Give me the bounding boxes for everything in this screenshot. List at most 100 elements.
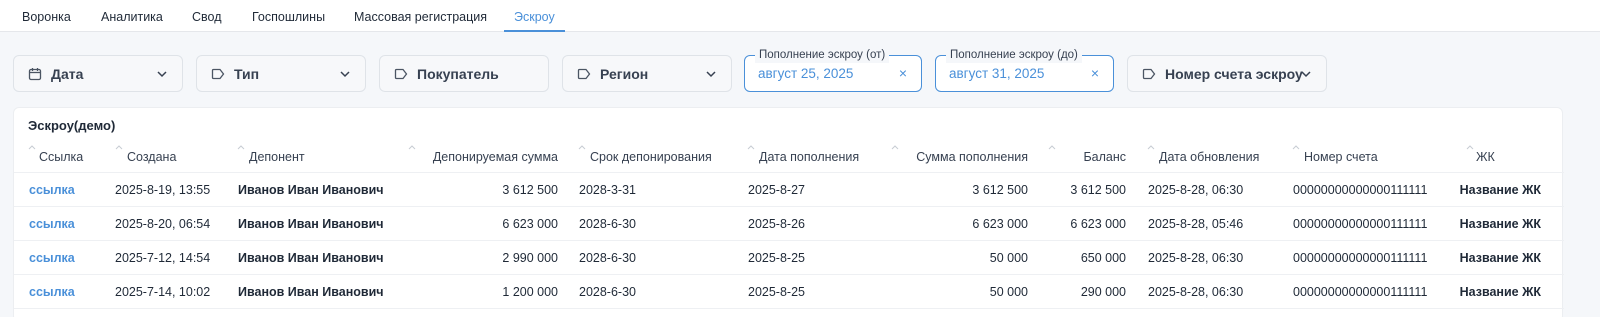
cell-account: 00000000000000111111 xyxy=(1293,285,1428,299)
tab-bar: Воронка Аналитика Свод Госпошлины Массов… xyxy=(0,0,1600,32)
cell-complex: Название ЖК xyxy=(1459,217,1541,231)
cell-created: 2025-7-12, 14:54 xyxy=(115,251,211,265)
cell-updated: 2025-8-28, 05:46 xyxy=(1148,217,1244,231)
chevron-down-icon xyxy=(1301,71,1311,78)
cell-deposit-term: 2028-6-30 xyxy=(579,217,636,231)
cell-balance: 290 000 xyxy=(1080,285,1126,299)
row-divider xyxy=(14,308,1564,309)
sort-icon[interactable] xyxy=(1048,144,1056,150)
escrow-table-card: Эскроу(демо) Ссылка Создана Депонент Деп… xyxy=(13,107,1564,317)
row-link[interactable]: ссылка xyxy=(29,183,75,197)
column-header-complex[interactable]: ЖК xyxy=(1476,150,1495,164)
calendar-icon xyxy=(28,68,42,81)
row-divider xyxy=(14,240,1564,241)
cell-deposit-amount: 6 623 000 xyxy=(502,217,558,231)
tab-state-fees[interactable]: Госпошлины xyxy=(252,0,325,32)
cell-depositor: Иванов Иван Иванович xyxy=(238,285,384,299)
topup-to-value: август 31, 2025 xyxy=(949,66,1045,81)
column-header-link[interactable]: Ссылка xyxy=(39,150,83,164)
cell-deposit-amount: 2 990 000 xyxy=(502,251,558,265)
buyer-filter-label: Покупатель xyxy=(417,66,499,82)
row-link[interactable]: ссылка xyxy=(29,251,75,265)
row-link[interactable]: ссылка xyxy=(29,285,75,299)
cell-balance: 650 000 xyxy=(1080,251,1126,265)
column-header-balance[interactable]: Баланс xyxy=(1054,150,1126,164)
cell-account: 00000000000000111111 xyxy=(1293,251,1428,265)
tag-icon xyxy=(211,68,225,80)
sort-icon[interactable] xyxy=(408,144,416,150)
cell-deposit-term: 2028-6-30 xyxy=(579,285,636,299)
cell-deposit-term: 2028-6-30 xyxy=(579,251,636,265)
sort-icon[interactable] xyxy=(578,144,586,150)
cell-topup-amount: 50 000 xyxy=(989,251,1028,265)
cell-topup-date: 2025-8-25 xyxy=(748,251,805,265)
cell-balance: 6 623 000 xyxy=(1070,217,1126,231)
account-filter[interactable]: Номер счета эскроу xyxy=(1127,55,1327,92)
date-filter-label: Дата xyxy=(51,66,84,82)
sort-icon[interactable] xyxy=(747,144,755,150)
type-filter-label: Тип xyxy=(234,66,260,82)
clear-icon[interactable]: × xyxy=(899,65,907,81)
cell-topup-date: 2025-8-26 xyxy=(748,217,805,231)
cell-created: 2025-8-19, 13:55 xyxy=(115,183,211,197)
cell-topup-date: 2025-8-27 xyxy=(748,183,805,197)
cell-depositor: Иванов Иван Иванович xyxy=(238,251,384,265)
chevron-down-icon xyxy=(340,71,350,78)
cell-balance: 3 612 500 xyxy=(1070,183,1126,197)
column-header-deposit-term[interactable]: Срок депонирования xyxy=(590,150,712,164)
cell-account: 00000000000000111111 xyxy=(1293,183,1428,197)
clear-icon[interactable]: × xyxy=(1091,65,1099,81)
tab-mass-registration[interactable]: Массовая регистрация xyxy=(354,0,487,32)
sort-icon[interactable] xyxy=(1147,144,1155,150)
sort-icon[interactable] xyxy=(115,144,123,150)
column-header-depositor[interactable]: Депонент xyxy=(249,150,305,164)
buyer-filter[interactable]: Покупатель xyxy=(379,55,549,92)
tag-icon xyxy=(577,68,591,80)
column-header-created[interactable]: Создана xyxy=(127,150,176,164)
sort-icon[interactable] xyxy=(891,144,899,150)
column-header-deposit-amount[interactable]: Депонируемая сумма xyxy=(394,150,558,164)
cell-topup-amount: 3 612 500 xyxy=(972,183,1028,197)
cell-depositor: Иванов Иван Иванович xyxy=(238,183,384,197)
cell-deposit-amount: 3 612 500 xyxy=(502,183,558,197)
tab-summary[interactable]: Свод xyxy=(192,0,222,32)
column-header-updated[interactable]: Дата обновления xyxy=(1159,150,1259,164)
sort-icon[interactable] xyxy=(1292,144,1300,150)
cell-complex: Название ЖК xyxy=(1459,183,1541,197)
tab-escrow[interactable]: Эскроу xyxy=(504,0,565,32)
table-title: Эскроу(демо) xyxy=(28,118,116,133)
topup-to-legend: Пополнение эскроу (до) xyxy=(946,47,1082,63)
region-filter[interactable]: Регион xyxy=(562,55,732,92)
row-divider xyxy=(14,206,1564,207)
header-divider xyxy=(14,172,1564,173)
column-header-topup-date[interactable]: Дата пополнения xyxy=(759,150,859,164)
region-filter-label: Регион xyxy=(600,66,649,82)
cell-complex: Название ЖК xyxy=(1459,285,1541,299)
cell-updated: 2025-8-28, 06:30 xyxy=(1148,183,1244,197)
type-filter[interactable]: Тип xyxy=(196,55,366,92)
tab-funnel[interactable]: Воронка xyxy=(22,0,71,32)
cell-updated: 2025-8-28, 06:30 xyxy=(1148,251,1244,265)
cell-topup-amount: 6 623 000 xyxy=(972,217,1028,231)
row-divider xyxy=(14,274,1564,275)
account-filter-label: Номер счета эскроу xyxy=(1165,66,1303,82)
cell-updated: 2025-8-28, 06:30 xyxy=(1148,285,1244,299)
cell-account: 00000000000000111111 xyxy=(1293,217,1428,231)
column-header-account[interactable]: Номер счета xyxy=(1304,150,1378,164)
cell-depositor: Иванов Иван Иванович xyxy=(238,217,384,231)
date-filter[interactable]: Дата xyxy=(13,55,183,92)
cell-deposit-term: 2028-3-31 xyxy=(579,183,636,197)
tag-icon xyxy=(1142,68,1156,80)
cell-complex: Название ЖК xyxy=(1459,251,1541,265)
column-header-topup-amount[interactable]: Сумма пополнения xyxy=(894,150,1028,164)
cell-created: 2025-8-20, 06:54 xyxy=(115,217,211,231)
topup-from-filter[interactable]: Пополнение эскроу (от) август 25, 2025 × xyxy=(744,47,922,92)
topup-to-filter[interactable]: Пополнение эскроу (до) август 31, 2025 × xyxy=(935,47,1114,92)
sort-icon[interactable] xyxy=(1466,144,1474,150)
sort-icon[interactable] xyxy=(28,144,36,150)
row-link[interactable]: ссылка xyxy=(29,217,75,231)
cell-topup-amount: 50 000 xyxy=(989,285,1028,299)
sort-icon[interactable] xyxy=(237,144,245,150)
cell-topup-date: 2025-8-25 xyxy=(748,285,805,299)
tab-analytics[interactable]: Аналитика xyxy=(101,0,163,32)
